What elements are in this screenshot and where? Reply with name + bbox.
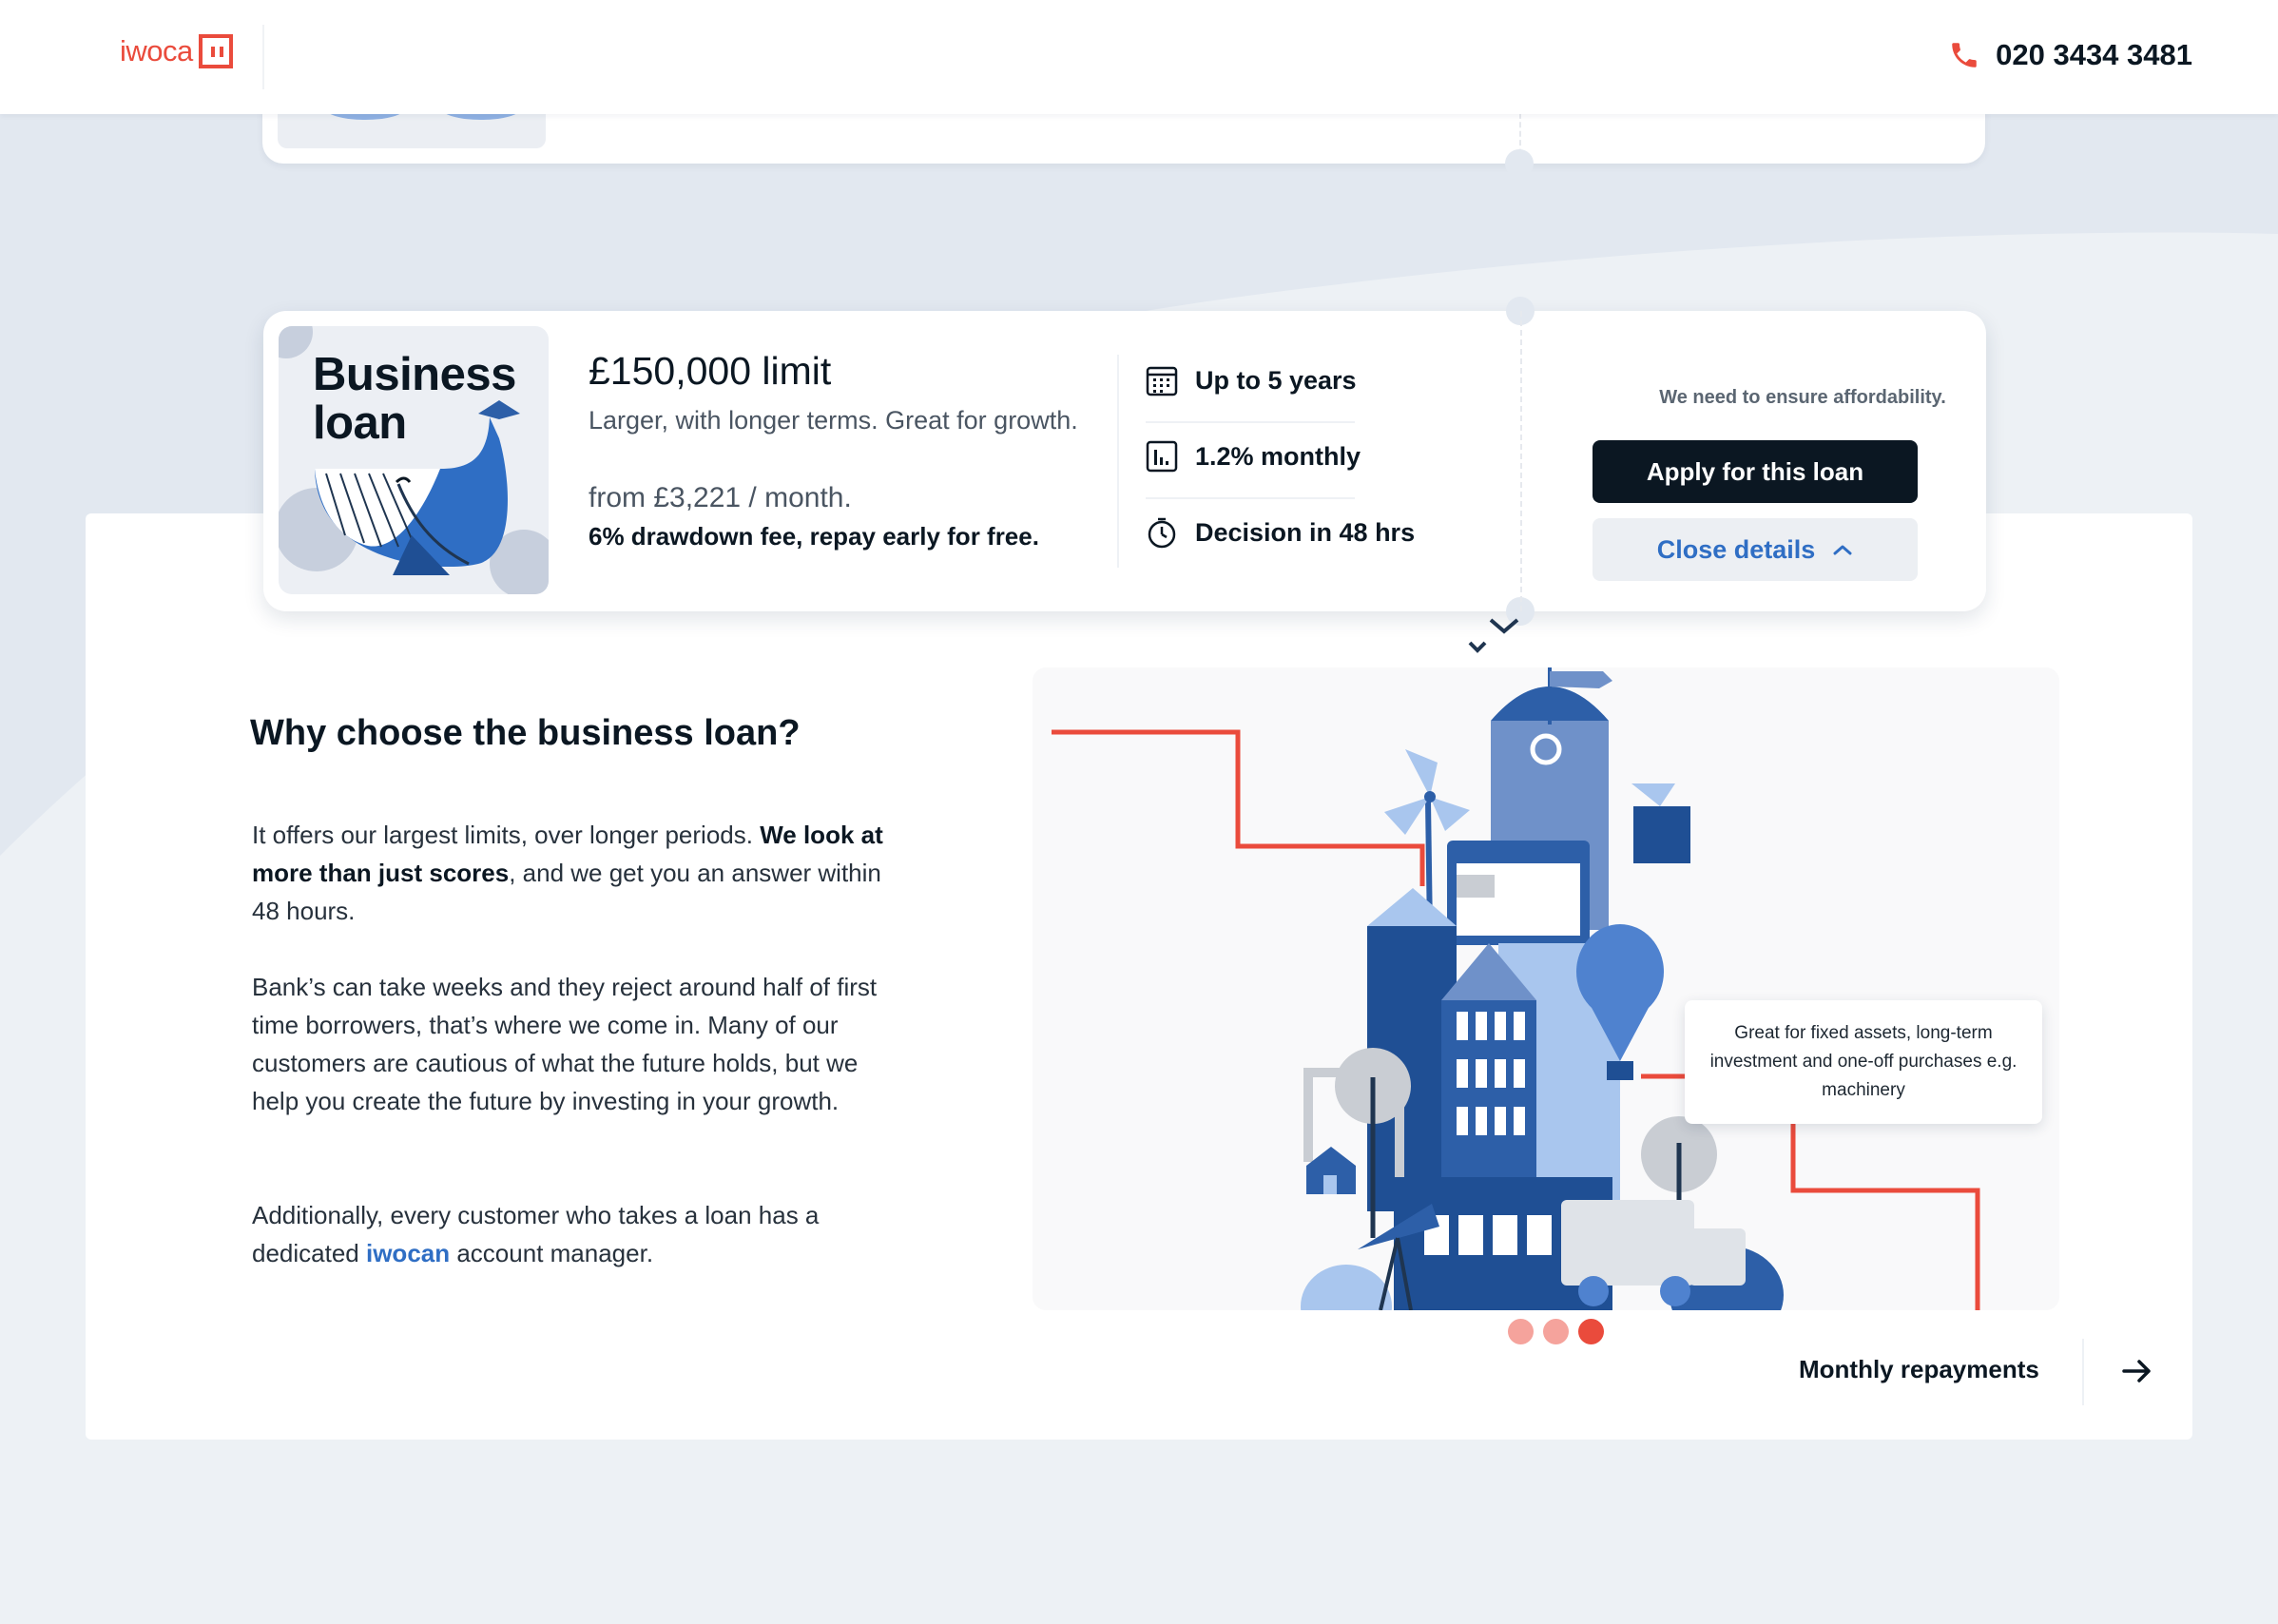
feature-separator [1146, 421, 1355, 423]
feature-term-label: Up to 5 years [1195, 365, 1357, 395]
site-header: iwoca 020 3434 3481 [0, 0, 2278, 114]
logo-text: iwoca [120, 34, 193, 68]
feature-rate-label: 1.2% monthly [1195, 441, 1361, 471]
details-paragraph-1: It offers our largest limits, over longe… [252, 816, 898, 930]
feature-decision: Decision in 48 hrs [1146, 516, 1415, 549]
illustration-tooltip: Great for fixed assets, long-term invest… [1685, 1000, 2042, 1124]
carousel-dot-active[interactable] [1578, 1319, 1604, 1344]
paragraph-text: It offers our largest limits, over longe… [252, 821, 761, 849]
details-paragraph-3: Additionally, every customer who takes a… [252, 1196, 898, 1272]
carousel-dot[interactable] [1543, 1319, 1569, 1344]
feature-term: Up to 5 years [1146, 364, 1357, 396]
card-dash-divider [1520, 311, 1522, 611]
apply-for-loan-button[interactable]: Apply for this loan [1593, 440, 1918, 503]
stopwatch-icon [1148, 517, 1176, 549]
phone-icon [1952, 43, 1977, 68]
phone-contact[interactable]: 020 3434 3481 [1948, 38, 2192, 72]
feature-rate: 1.2% monthly [1146, 440, 1361, 473]
paragraph-text: account manager. [450, 1239, 654, 1267]
loan-thumbnail: Business loan [279, 326, 549, 594]
header-divider [262, 25, 264, 89]
city-illustration-art [1052, 667, 1980, 1310]
card-notch [1505, 149, 1534, 178]
chevron-down-icon [1468, 618, 1519, 653]
monthly-from-price: from £3,221 / month. [589, 482, 852, 513]
feature-separator [1146, 497, 1355, 499]
thumbnail-title: Business loan [313, 351, 516, 448]
chevron-up-icon [1833, 545, 1852, 555]
arrow-right-icon[interactable] [2120, 1354, 2154, 1388]
details-paragraph-2: Bank’s can take weeks and they reject ar… [252, 973, 878, 1115]
carousel-dot[interactable] [1508, 1319, 1534, 1344]
chart-icon [1146, 440, 1178, 473]
next-slide-label[interactable]: Monthly repayments [1799, 1355, 2039, 1384]
feature-decision-label: Decision in 48 hrs [1195, 517, 1416, 547]
close-details-button[interactable]: Close details [1593, 518, 1918, 581]
iwocan-link[interactable]: iwocan [366, 1239, 450, 1267]
city-illustration [1033, 667, 2059, 1310]
thumbnail-title-line1: Business [313, 349, 516, 400]
feature-divider [1117, 355, 1119, 568]
close-details-label: Close details [1656, 534, 1816, 564]
phone-number[interactable]: 020 3434 3481 [1996, 38, 2192, 72]
logo-mark-icon [198, 34, 233, 68]
iwoca-logo[interactable]: iwoca [120, 34, 233, 68]
drawdown-fee: 6% drawdown fee, repay early for free. [589, 522, 1039, 551]
affordability-note: We need to ensure affordability. [1659, 387, 1946, 408]
business-loan-card: Business loan £150,000 limit Larger, wit… [263, 297, 1986, 626]
calendar-icon [1146, 366, 1178, 396]
loan-limit: £150,000 limit [589, 349, 832, 393]
carousel-dots [1508, 1319, 1604, 1344]
next-divider [2082, 1339, 2084, 1405]
loan-subtitle: Larger, with longer terms. Great for gro… [589, 406, 1078, 435]
details-title: Why choose the business loan? [250, 713, 801, 753]
thumbnail-title-line2: loan [313, 397, 407, 449]
